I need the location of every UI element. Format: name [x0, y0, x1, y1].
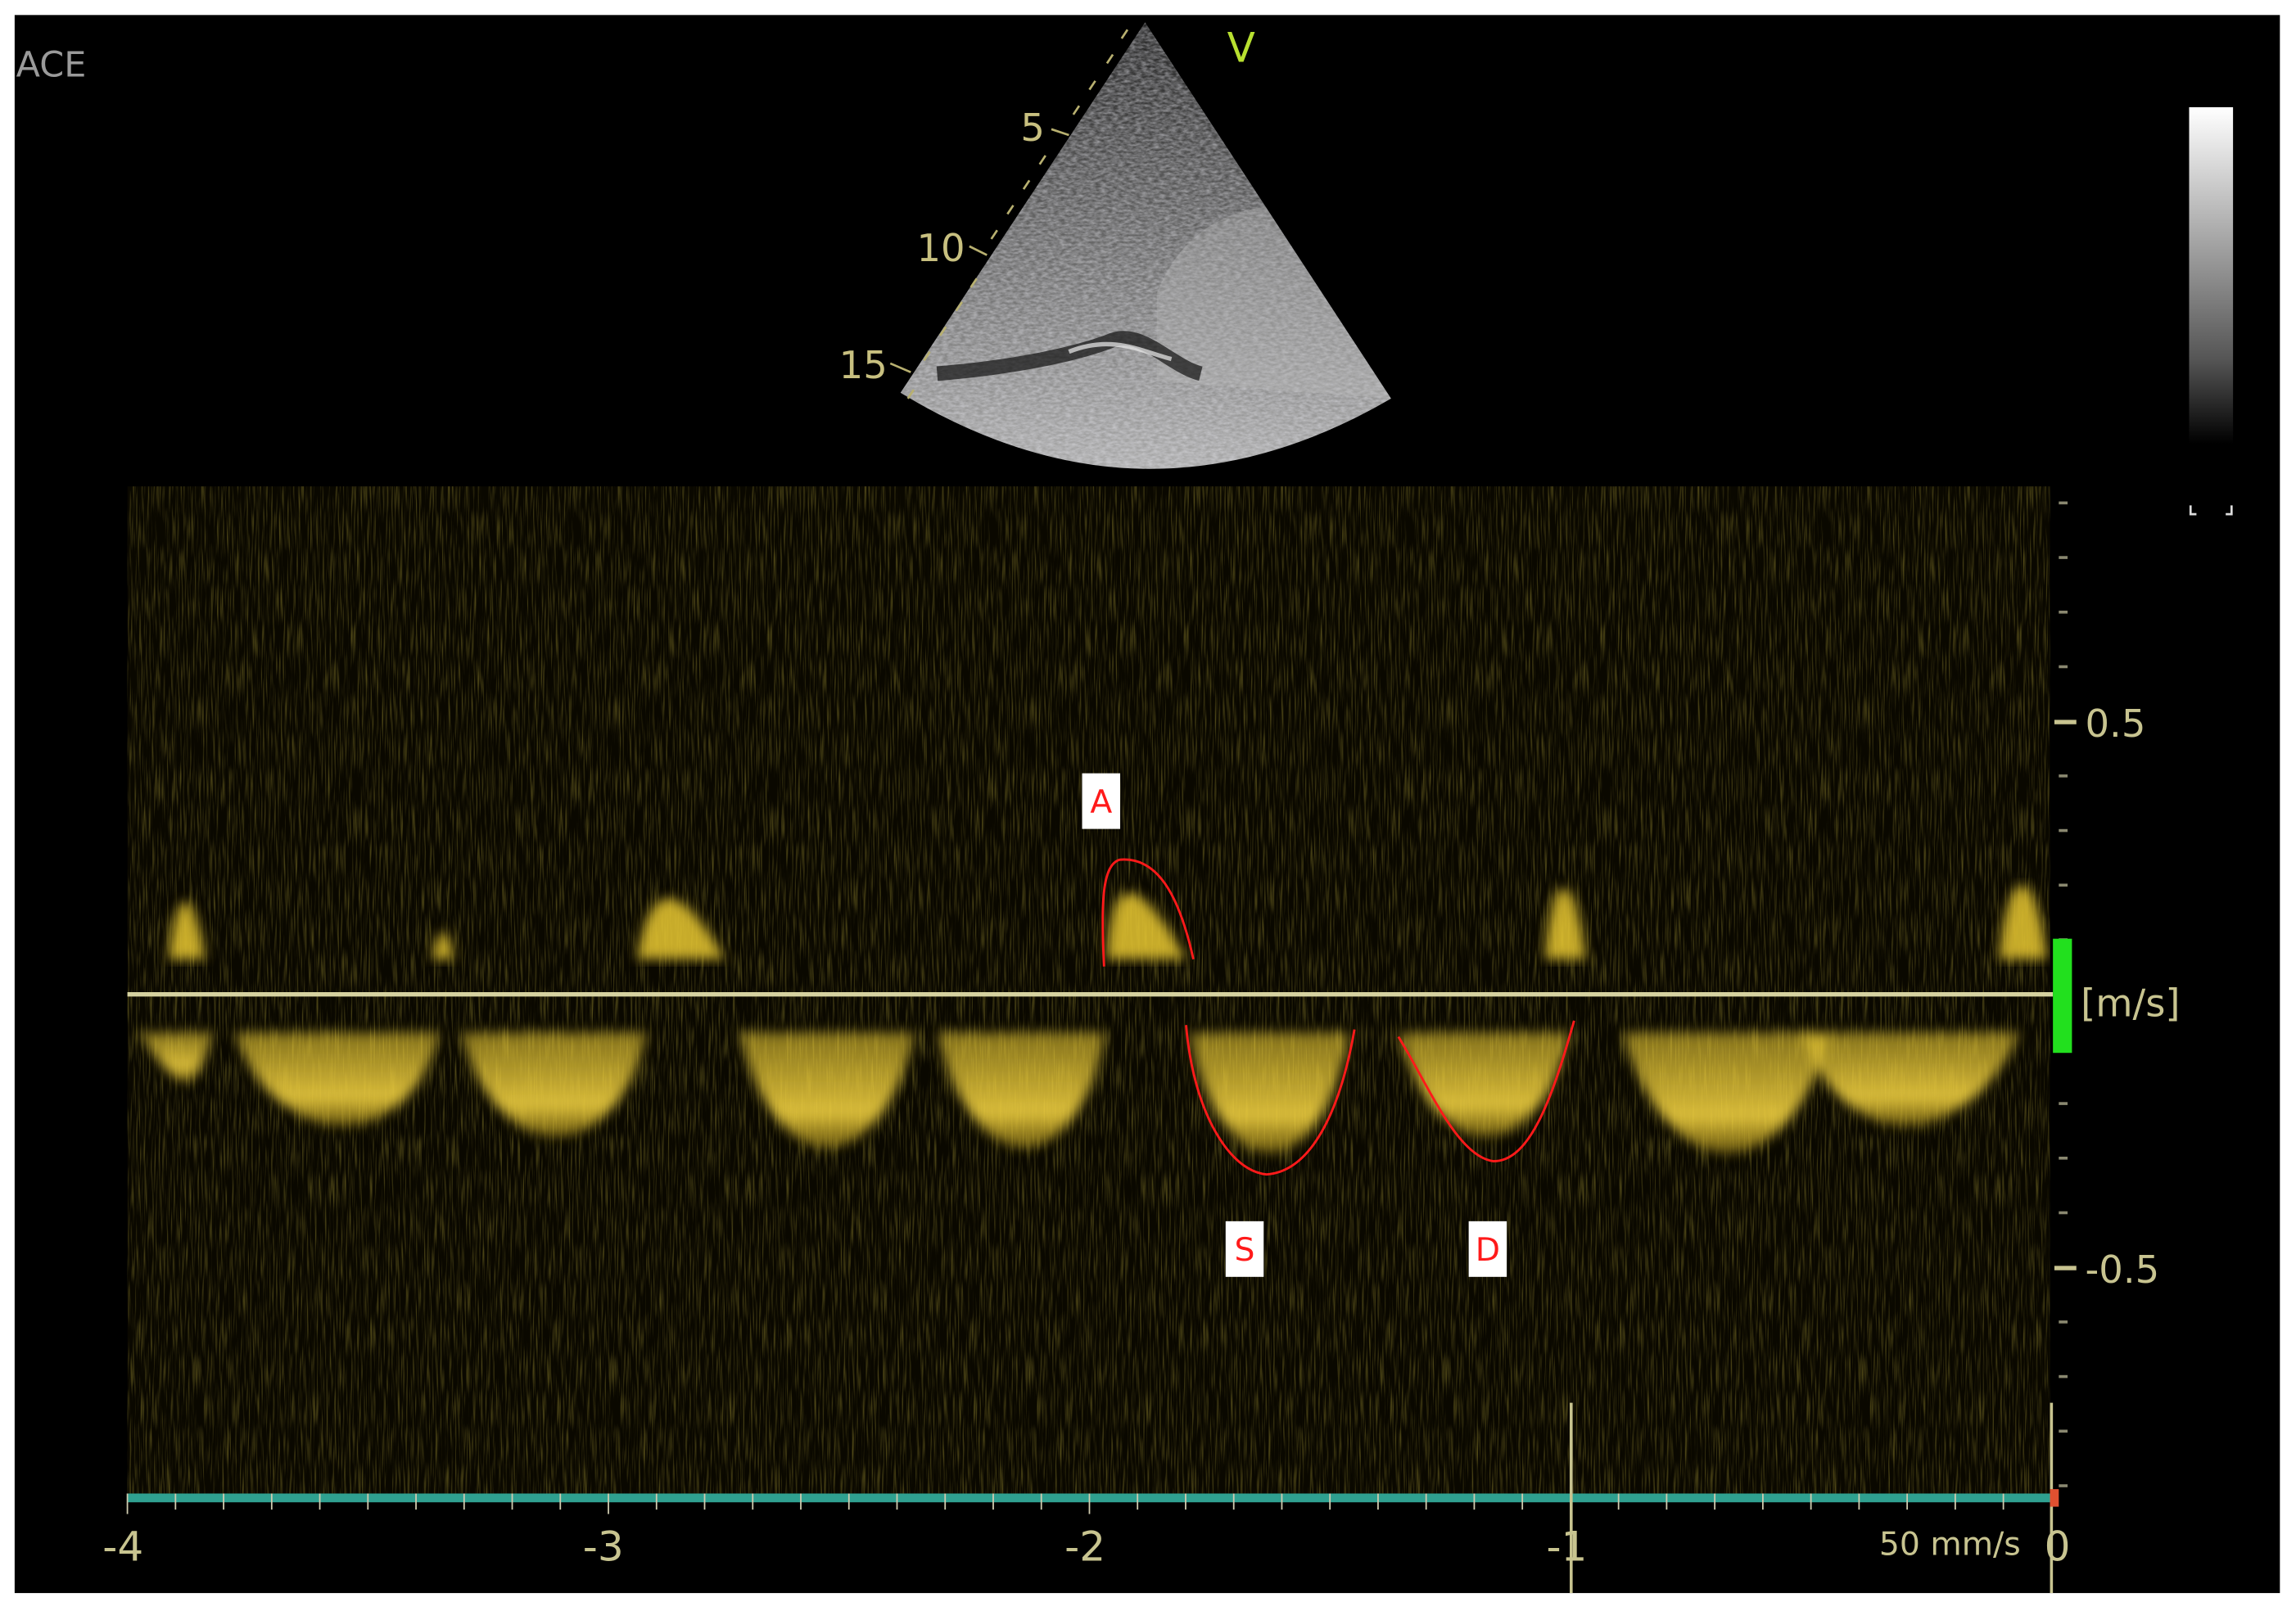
velocity-label-pos: 0.5 [2085, 702, 2145, 746]
grayscale-map-bar [2189, 106, 2234, 444]
velocity-label-neg: -0.5 [2085, 1248, 2159, 1292]
time-label-minus-4: -4 [102, 1523, 143, 1571]
annotation-s-label: S [1235, 1231, 1255, 1269]
ultrasound-doppler-screen: ACE 5 10 15 V A S D 0.5 -0.5 [m/s] -4 -3… [14, 15, 2280, 1594]
depth-label-10: 10 [916, 226, 965, 270]
preset-label: ACE [16, 44, 87, 85]
sweep-speed-label: 50 mm/s [1879, 1526, 2021, 1564]
doppler-spectrum [127, 486, 2050, 1497]
baseline-position-marker[interactable] [2053, 938, 2072, 1054]
time-label-0: 0 [2045, 1523, 2071, 1571]
depth-label-15: 15 [839, 343, 888, 387]
sweep-position-marker [2050, 1489, 2059, 1507]
time-label-minus-3: -3 [583, 1523, 624, 1571]
annotation-a-label: A [1090, 783, 1112, 821]
probe-orientation-marker: V [1227, 25, 1255, 72]
depth-label-5: 5 [1020, 106, 1045, 150]
annotation-d: D [1468, 1221, 1507, 1277]
annotation-a: A [1082, 773, 1121, 829]
time-label-minus-2: -2 [1064, 1523, 1105, 1571]
annotation-d-label: D [1476, 1231, 1500, 1269]
velocity-unit-label: [m/s] [2081, 981, 2180, 1026]
annotation-s: S [1225, 1221, 1264, 1277]
time-label-minus-1: -1 [1546, 1523, 1587, 1571]
